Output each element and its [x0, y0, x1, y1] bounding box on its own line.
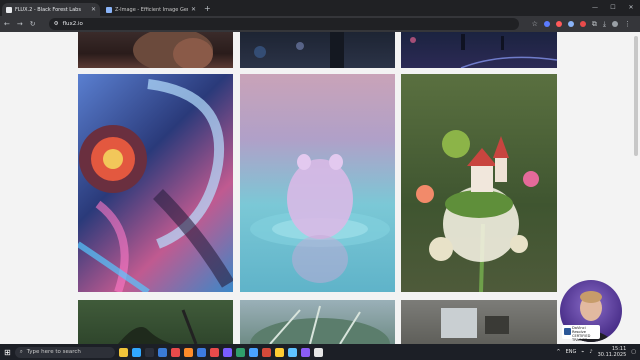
gallery-image-cyberpunk-hands[interactable]: [78, 32, 233, 68]
clock[interactable]: 15:11 30.11.2025: [598, 346, 627, 358]
close-window-icon[interactable]: ✕: [622, 0, 640, 16]
bird-art: [118, 309, 198, 344]
system-tray: ^ ENG ⌁ ♪ 15:11 30.11.2025 ▢: [556, 346, 636, 358]
davinci-resolve-logo-icon: [564, 328, 571, 335]
back-icon[interactable]: ←: [4, 20, 10, 28]
browser-toolbar: ← → ↻ ⚙ flux2.io ☆ ⧉ ⤓ ⋮: [0, 16, 640, 32]
gallery-image-robot-face[interactable]: [78, 74, 233, 292]
app-blue-icon[interactable]: [248, 347, 258, 357]
gallery-image-night-street[interactable]: [240, 32, 395, 68]
windows-taskbar: ⊞ ⌕ Type here to search ^ ENG ⌁ ♪ 15:11 …: [0, 344, 640, 360]
extensions-area: ☆ ⧉ ⤓ ⋮: [532, 20, 631, 29]
gallery-image-cactus[interactable]: [240, 300, 395, 344]
extension-icon[interactable]: [567, 21, 574, 27]
water-frog-art: [250, 154, 390, 283]
maximize-icon[interactable]: ☐: [604, 0, 622, 16]
extension-red-icon[interactable]: [579, 21, 586, 27]
gallery-image-rainy-city[interactable]: [401, 32, 557, 68]
tab-title: Z-Image - Efficient Image Gen...: [115, 6, 188, 13]
reload-icon[interactable]: ↻: [30, 20, 36, 28]
window-controls: — ☐ ✕: [586, 0, 640, 16]
gallery-image-flower-house[interactable]: [401, 74, 557, 292]
tab-flux2[interactable]: FLUX.2 - Black Forest Labs ✕: [2, 3, 100, 16]
app-green-icon[interactable]: [235, 347, 245, 357]
search-placeholder: Type here to search: [26, 349, 81, 355]
app-orange-red-icon[interactable]: [261, 347, 271, 357]
cactus-art: [250, 305, 390, 344]
app-orange-icon[interactable]: [183, 347, 193, 357]
flux-favicon-icon: [6, 6, 12, 13]
extension-record-icon[interactable]: [555, 21, 562, 27]
app-icon[interactable]: [144, 347, 154, 357]
rainy-city-art: [410, 34, 557, 68]
flower-house-art: [416, 130, 539, 292]
address-bar[interactable]: ⚙ flux2.io: [48, 18, 519, 30]
language-indicator[interactable]: ENG: [566, 349, 577, 355]
taskbar-search-box[interactable]: ⌕ Type here to search: [14, 346, 115, 358]
badge-line-4: TRAINER: [572, 338, 588, 342]
gallery-image-hummingbird[interactable]: [78, 300, 233, 344]
tray-chevron-icon[interactable]: ^: [556, 349, 560, 355]
clock-date: 30.11.2025: [597, 352, 627, 358]
menu-icon[interactable]: ⋮: [624, 20, 631, 28]
bookmark-star-icon[interactable]: ☆: [532, 20, 538, 28]
new-tab-button[interactable]: +: [204, 3, 211, 16]
hands-art: [133, 32, 213, 68]
app-red-icon[interactable]: [209, 347, 219, 357]
search-icon: ⌕: [19, 348, 23, 355]
forward-icon[interactable]: →: [17, 20, 23, 28]
gallery-image-room[interactable]: [401, 300, 557, 344]
app-purple-icon[interactable]: [222, 347, 232, 357]
chrome-active-icon[interactable]: [274, 347, 284, 357]
tab-title: FLUX.2 - Black Forest Labs: [15, 6, 81, 13]
minimize-icon[interactable]: —: [586, 0, 604, 16]
site-info-icon[interactable]: ⚙: [54, 21, 59, 27]
extension-shield-icon[interactable]: [543, 21, 550, 27]
room-art: [441, 308, 509, 338]
notifications-icon[interactable]: ▢: [631, 349, 636, 355]
app-violet-icon[interactable]: [300, 347, 310, 357]
windows-start-icon[interactable]: ⊞: [4, 348, 11, 357]
url-text: flux2.io: [62, 21, 83, 27]
street-art: [254, 32, 344, 68]
network-icon[interactable]: ⌁: [581, 349, 584, 355]
volume-icon[interactable]: ♪: [589, 349, 592, 355]
profile-avatar[interactable]: [612, 21, 619, 27]
file-explorer-icon[interactable]: [118, 347, 128, 357]
app-white-icon[interactable]: [313, 347, 323, 357]
vscode-icon[interactable]: [196, 347, 206, 357]
z-image-favicon-icon: [106, 6, 112, 13]
certified-trainer-badge: DaVinci Resolve CERTIFIED TRAINER: [562, 325, 600, 342]
photoshop-icon[interactable]: [131, 347, 141, 357]
gallery-image-water-frog[interactable]: [240, 74, 395, 292]
edge-icon[interactable]: [157, 347, 167, 357]
browser-tab-strip: FLUX.2 - Black Forest Labs ✕ Z-Image - E…: [0, 0, 640, 16]
downloads-icon[interactable]: ⤓: [603, 20, 606, 29]
extensions-puzzle-icon[interactable]: ⧉: [592, 20, 597, 29]
chrome-icon[interactable]: [170, 347, 180, 357]
tab-z-image[interactable]: Z-Image - Efficient Image Gen... ✕: [102, 3, 200, 16]
close-tab-icon[interactable]: ✕: [91, 6, 96, 13]
gallery-page: [0, 32, 640, 344]
robot-face-art: [78, 79, 233, 292]
page-scrollbar[interactable]: [634, 36, 638, 156]
close-tab-icon[interactable]: ✕: [191, 6, 196, 13]
app-cyan-icon[interactable]: [287, 347, 297, 357]
